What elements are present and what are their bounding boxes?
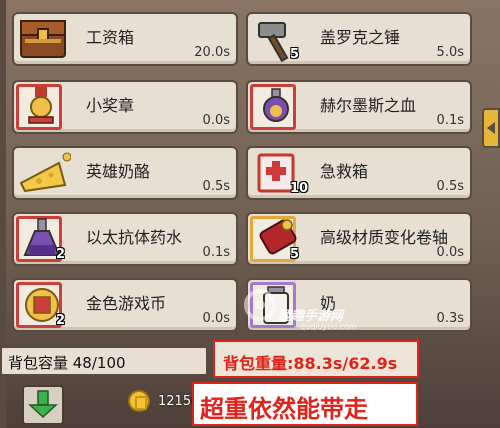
gold-coin-icon: [128, 390, 150, 412]
inventory-item[interactable]: 5 盖罗克之锤 5.0s: [246, 12, 472, 66]
weight-label: 背包重量:88.3s/62.9s: [223, 354, 398, 373]
inventory-item[interactable]: 小奖章 0.0s: [12, 80, 238, 134]
item-time: 0.0s: [202, 311, 230, 326]
collapse-arrow-button[interactable]: [482, 108, 500, 148]
item-time: 0.0s: [436, 245, 464, 260]
item-quantity: 5: [290, 247, 300, 262]
item-quantity: 2: [56, 313, 66, 328]
inventory-item[interactable]: 英雄奶酪 0.5s: [12, 146, 238, 200]
item-icon-frame: [16, 16, 66, 62]
item-time: 5.0s: [436, 45, 464, 60]
download-button[interactable]: [22, 385, 64, 425]
caption-text: 超重依然能带走: [200, 395, 368, 423]
item-time: 0.5s: [436, 179, 464, 194]
treasure-chest-icon: [20, 20, 66, 58]
item-name: 以太抗体药水: [86, 228, 183, 247]
capacity-label: 背包容量 48/100: [8, 354, 126, 372]
inventory-item[interactable]: 2 以太抗体药水 0.1s: [12, 212, 238, 266]
item-name: 工资箱: [86, 28, 135, 47]
capacity-display: 背包容量 48/100: [0, 346, 208, 376]
inventory-item[interactable]: 赫尔墨斯之血 0.1s: [246, 80, 472, 134]
inventory-item[interactable]: 工资箱 20.0s: [12, 12, 238, 66]
item-time: 0.3s: [436, 311, 464, 326]
item-quantity: 10: [290, 181, 309, 196]
item-time: 0.1s: [436, 113, 464, 128]
cheese-icon: [19, 152, 71, 193]
item-time: 0.1s: [202, 245, 230, 260]
item-name: 急救箱: [320, 162, 369, 181]
item-time: 0.5s: [202, 179, 230, 194]
inventory-item[interactable]: 10 急救箱 0.5s: [246, 146, 472, 200]
item-time: 0.0s: [202, 113, 230, 128]
item-name: 小奖章: [86, 96, 135, 115]
item-icon-frame: [16, 150, 71, 196]
item-name: 英雄奶酪: [86, 162, 151, 181]
item-name: 金色游戏币: [86, 294, 167, 313]
item-name: 赫尔墨斯之血: [320, 96, 417, 115]
inventory-footer: 背包容量 48/100 背包重量:88.3s/62.9s 12156 超重依然能…: [0, 340, 500, 428]
item-icon-frame: [16, 84, 62, 130]
inventory-item[interactable]: 2 金色游戏币 0.0s: [12, 278, 238, 332]
inventory-item[interactable]: 5 高级材质变化卷轴 0.0s: [246, 212, 472, 266]
weight-display: 背包重量:88.3s/62.9s: [213, 340, 419, 378]
item-name: 高级材质变化卷轴: [320, 228, 449, 247]
download-arrow-icon: [28, 390, 58, 419]
watermark-url: quqiuyou.com: [300, 322, 357, 331]
item-name: 盖罗克之锤: [320, 28, 401, 47]
overweight-caption: 超重依然能带走: [192, 382, 418, 426]
potion-flask-icon: [263, 88, 289, 122]
medal-icon: [28, 87, 54, 124]
item-quantity: 2: [56, 247, 66, 262]
item-quantity: 5: [290, 47, 300, 62]
item-icon-frame: [250, 84, 296, 130]
item-time: 20.0s: [194, 45, 230, 60]
